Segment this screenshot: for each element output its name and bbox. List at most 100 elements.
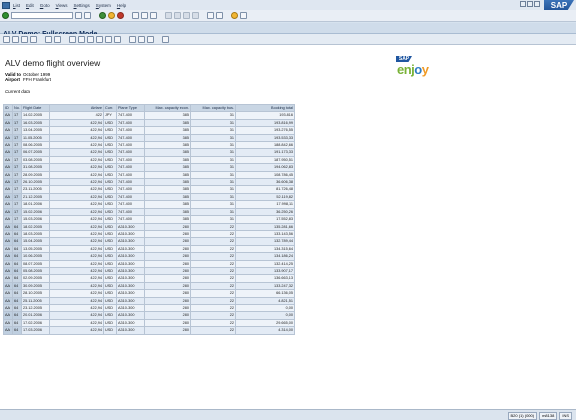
- cell-col-max-econ[interactable]: 385: [144, 155, 191, 165]
- table-row[interactable]: AA 17 28.09.2005 422,94 USD 747-400 385 31 108.7…: [3, 170, 295, 180]
- dropdown-icon[interactable]: [75, 12, 82, 19]
- local-file-icon[interactable]: [96, 35, 103, 43]
- cell-col-plane-type[interactable]: 747-400: [116, 126, 145, 135]
- header-col-max-bus[interactable]: Max. capacity bus.: [190, 103, 236, 113]
- cell-col-airfare[interactable]: 422,94: [49, 252, 104, 261]
- cell-col-flight-date[interactable]: 28.09.2005: [21, 170, 50, 180]
- cell-col-flight-date[interactable]: 25.11.2005: [21, 296, 50, 305]
- cell-col-no[interactable]: 64: [12, 326, 22, 335]
- cell-col-max-bus[interactable]: 22: [190, 222, 236, 231]
- cell-col-no[interactable]: 64: [12, 252, 22, 261]
- cell-col-max-econ[interactable]: 385: [144, 192, 191, 202]
- cell-col-max-econ[interactable]: 385: [144, 118, 191, 128]
- cell-col-id[interactable]: AA: [3, 244, 13, 254]
- cell-col-max-econ[interactable]: 385: [144, 141, 191, 150]
- cell-col-booking-total[interactable]: 193.533,33: [235, 133, 295, 143]
- cell-col-booking-total[interactable]: 187.950,51: [235, 155, 295, 165]
- cell-col-no[interactable]: 17: [12, 192, 22, 202]
- cell-col-id[interactable]: AA: [3, 222, 13, 231]
- header-col-id[interactable]: ID: [3, 103, 13, 113]
- sort-descending-icon[interactable]: [21, 35, 28, 43]
- cell-col-max-bus[interactable]: 31: [190, 141, 236, 150]
- cell-col-booking-total[interactable]: 193.816: [235, 111, 295, 120]
- table-row[interactable]: AA 64 18.03.2005 422,94 USD A310-300 280 22 133.…: [3, 229, 295, 239]
- cell-col-max-econ[interactable]: 385: [144, 133, 191, 143]
- cell-col-flight-date[interactable]: 16.03.2005: [21, 118, 50, 128]
- cell-col-max-bus[interactable]: 22: [190, 318, 236, 328]
- header-col-max-econ[interactable]: Max. capacity econ.: [144, 103, 191, 113]
- cell-col-plane-type[interactable]: 747-400: [116, 207, 145, 217]
- cell-col-max-bus[interactable]: 22: [190, 252, 236, 261]
- cell-col-flight-date[interactable]: 26.10.2005: [21, 178, 50, 187]
- menu-list[interactable]: List: [13, 3, 20, 8]
- cell-col-booking-total[interactable]: 52.119,82: [235, 192, 295, 202]
- cell-col-plane-type[interactable]: 747-400: [116, 118, 145, 128]
- cell-col-max-econ[interactable]: 280: [144, 274, 191, 283]
- cell-col-booking-total[interactable]: 188.842,66: [235, 141, 295, 150]
- last-page-icon[interactable]: [192, 12, 199, 19]
- cell-col-plane-type[interactable]: 747-400: [116, 133, 145, 143]
- cell-col-booking-total[interactable]: 193.276,55: [235, 126, 295, 135]
- cell-col-booking-total[interactable]: 17.552,83: [235, 215, 295, 224]
- cell-col-no[interactable]: 64: [12, 237, 22, 246]
- cell-col-airfare[interactable]: 422,94: [49, 259, 104, 268]
- menu-system[interactable]: System: [96, 3, 111, 8]
- cell-col-airfare[interactable]: 422,94: [49, 192, 104, 202]
- table-row[interactable]: AA 64 18.02.2005 422,94 USD A310-300 280 22 135.…: [3, 222, 295, 231]
- cell-col-currency[interactable]: USD: [103, 229, 117, 239]
- cell-col-max-econ[interactable]: 280: [144, 252, 191, 261]
- cell-col-max-bus[interactable]: 31: [190, 118, 236, 128]
- cell-col-airfare[interactable]: 422,94: [49, 289, 104, 298]
- cell-col-id[interactable]: AA: [3, 318, 13, 328]
- cell-col-currency[interactable]: USD: [103, 163, 117, 172]
- cell-col-flight-date[interactable]: 13.05.2005: [21, 244, 50, 254]
- sort-ascending-icon[interactable]: [12, 35, 19, 43]
- cell-col-plane-type[interactable]: A310-300: [116, 318, 145, 328]
- cell-col-airfare[interactable]: 422,94: [49, 274, 104, 283]
- change-layout-icon[interactable]: [129, 35, 136, 43]
- table-row[interactable]: AA 17 23.11.2005 422,94 USD 747-400 385 31 81.72…: [3, 185, 295, 194]
- table-row[interactable]: AA 17 08.06.2005 422,94 USD 747-400 385 31 188.8…: [3, 141, 295, 150]
- cell-col-flight-date[interactable]: 20.01.2006: [21, 311, 50, 320]
- cell-col-booking-total[interactable]: 136.663,13: [235, 274, 295, 283]
- cell-col-max-bus[interactable]: 31: [190, 163, 236, 172]
- graphic-icon[interactable]: [114, 35, 121, 43]
- cell-col-id[interactable]: AA: [3, 126, 13, 135]
- cell-col-max-bus[interactable]: 22: [190, 259, 236, 268]
- print-preview-icon[interactable]: [69, 35, 76, 43]
- cell-col-airfare[interactable]: 422,94: [49, 126, 104, 135]
- cell-col-no[interactable]: 17: [12, 118, 22, 128]
- cell-col-plane-type[interactable]: 747-400: [116, 178, 145, 187]
- cell-col-flight-date[interactable]: 15.03.2006: [21, 215, 50, 224]
- cell-col-id[interactable]: AA: [3, 326, 13, 335]
- cell-col-max-econ[interactable]: 280: [144, 237, 191, 246]
- cell-col-no[interactable]: 17: [12, 126, 22, 135]
- table-row[interactable]: AA 64 23.12.2005 422,94 USD A310-300 280 22 0,00: [3, 303, 295, 313]
- maximize-icon[interactable]: [527, 1, 533, 7]
- cell-col-max-econ[interactable]: 280: [144, 303, 191, 313]
- cell-col-max-bus[interactable]: 22: [190, 237, 236, 246]
- filter-icon[interactable]: [30, 35, 37, 43]
- cell-col-booking-total[interactable]: 17.998,11: [235, 200, 295, 209]
- cell-col-flight-date[interactable]: 08.07.2005: [21, 259, 50, 268]
- cell-col-plane-type[interactable]: A310-300: [116, 274, 145, 283]
- status-server[interactable]: m8138: [539, 412, 558, 420]
- cell-col-airfare[interactable]: 422,94: [49, 266, 104, 276]
- cell-col-currency[interactable]: USD: [103, 244, 117, 254]
- menu-views[interactable]: Views: [56, 3, 68, 8]
- cell-col-plane-type[interactable]: 747-400: [116, 111, 145, 120]
- cell-col-currency[interactable]: USD: [103, 252, 117, 261]
- cell-col-booking-total[interactable]: 132.789,44: [235, 237, 295, 246]
- cell-col-booking-total[interactable]: 66.136,05: [235, 289, 295, 298]
- cell-col-id[interactable]: AA: [3, 163, 13, 172]
- table-row[interactable]: AA 17 21.12.2005 422,94 USD 747-400 385 31 52.11…: [3, 192, 295, 202]
- table-row[interactable]: AA 64 25.11.2005 422,94 USD A310-300 280 22 4.82…: [3, 296, 295, 305]
- cell-col-currency[interactable]: USD: [103, 281, 117, 291]
- table-row[interactable]: AA 64 17.02.2006 422,94 USD A310-300 280 22 29.6…: [3, 318, 295, 328]
- cell-col-booking-total[interactable]: 132.414,25: [235, 259, 295, 268]
- cell-col-max-econ[interactable]: 385: [144, 185, 191, 194]
- cell-col-id[interactable]: AA: [3, 252, 13, 261]
- cell-col-no[interactable]: 64: [12, 266, 22, 276]
- table-row[interactable]: AA 17 16.03.2005 422,94 USD 747-400 385 31 193.8…: [3, 118, 295, 128]
- cell-col-booking-total[interactable]: 135.281,66: [235, 222, 295, 231]
